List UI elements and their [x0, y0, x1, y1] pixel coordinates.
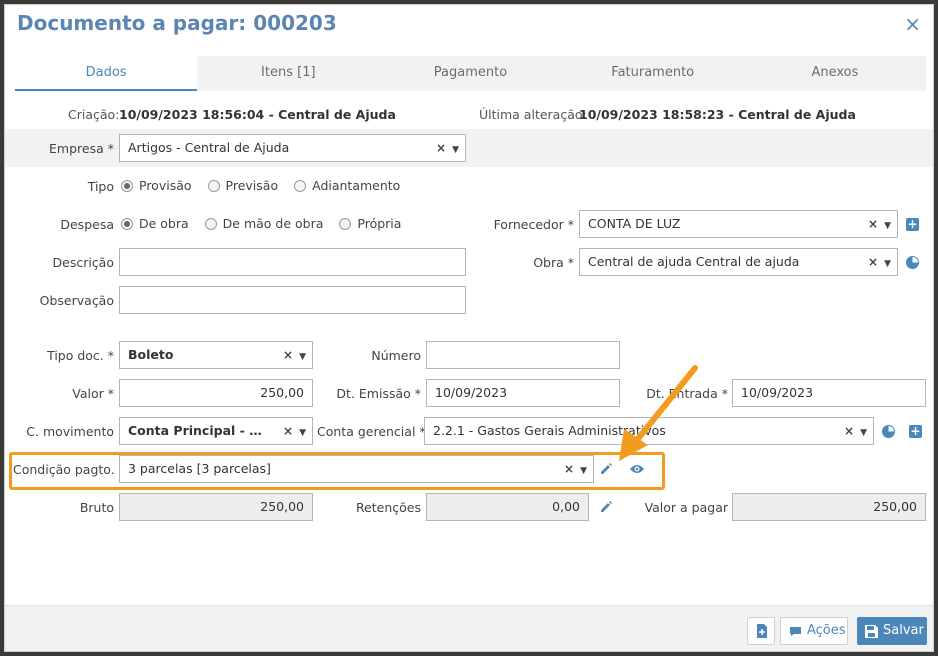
eye-icon[interactable]	[629, 463, 645, 475]
empresa-label: Empresa *	[49, 141, 114, 156]
chevron-down-icon[interactable]: ▼	[299, 428, 306, 438]
add-conta-gerencial-icon[interactable]: +	[909, 425, 922, 438]
despesa-option-de-obra[interactable]: De obra	[121, 216, 189, 231]
tipo-option-provisao[interactable]: Provisão	[121, 178, 192, 193]
tab-dados[interactable]: Dados	[15, 56, 198, 91]
valor-label: Valor *	[72, 386, 114, 401]
fornecedor-label: Fornecedor *	[493, 217, 574, 232]
tipo-label: Tipo	[87, 179, 114, 194]
clear-icon[interactable]: ×	[844, 424, 854, 438]
chevron-down-icon[interactable]: ▼	[299, 352, 306, 362]
descricao-label: Descrição	[52, 255, 115, 270]
empresa-select[interactable]: Artigos - Central de Ajuda × ▼	[119, 134, 466, 162]
add-fornecedor-icon[interactable]: +	[906, 218, 919, 231]
valor-input[interactable]: 250,00	[119, 379, 313, 407]
tipo-doc-label: Tipo doc. *	[47, 348, 114, 363]
footer-bar: Ações Salvar	[5, 605, 933, 651]
observacao-input[interactable]	[119, 286, 466, 314]
chevron-down-icon[interactable]: ▼	[580, 466, 587, 476]
retencoes-value: 0,00	[426, 493, 589, 521]
page-title: Documento a pagar: 000203	[17, 11, 337, 35]
clear-icon[interactable]: ×	[564, 462, 574, 476]
tipo-option-adiantamento[interactable]: Adiantamento	[294, 178, 400, 193]
chevron-down-icon[interactable]: ▼	[452, 145, 459, 155]
conta-gerencial-label: Conta gerencial *	[317, 424, 426, 439]
acoes-button[interactable]: Ações	[780, 617, 848, 645]
creation-value: 10/09/2023 18:56:04 - Central de Ajuda	[119, 107, 396, 122]
c-movimento-label: C. movimento	[26, 424, 114, 439]
despesa-option-mao-de-obra[interactable]: De mão de obra	[204, 216, 323, 231]
chevron-down-icon[interactable]: ▼	[860, 428, 867, 438]
clear-icon[interactable]: ×	[868, 217, 878, 231]
condicao-pagto-label: Condição pagto. *	[13, 462, 125, 477]
bruto-label: Bruto	[79, 500, 114, 515]
obra-select[interactable]: Central de ajuda Central de ajuda × ▼	[579, 248, 898, 276]
chevron-down-icon[interactable]: ▼	[884, 259, 891, 269]
tipo-doc-select[interactable]: Boleto × ▼	[119, 341, 313, 369]
despesa-label: Despesa	[60, 217, 114, 232]
tipo-radio-group: Provisão Previsão Adiantamento	[121, 178, 400, 193]
dt-emissao-input[interactable]: 10/09/2023	[426, 379, 620, 407]
tab-anexos[interactable]: Anexos	[744, 56, 926, 91]
valor-a-pagar-value: 250,00	[732, 493, 926, 521]
clear-icon[interactable]: ×	[283, 348, 293, 362]
fornecedor-select[interactable]: CONTA DE LUZ × ▼	[579, 210, 898, 238]
tab-itens[interactable]: Itens [1]	[197, 56, 379, 91]
tab-faturamento[interactable]: Faturamento	[562, 56, 744, 91]
numero-label: Número	[371, 348, 421, 363]
condicao-pagto-select[interactable]: 3 parcelas [3 parcelas] × ▼	[119, 455, 594, 483]
clear-icon[interactable]: ×	[283, 424, 293, 438]
chevron-down-icon[interactable]: ▼	[884, 221, 891, 231]
document-add-icon	[757, 624, 767, 638]
observacao-label: Observação	[39, 293, 114, 308]
descricao-input[interactable]	[119, 248, 466, 276]
comment-icon	[790, 627, 801, 636]
obra-label: Obra *	[533, 255, 574, 270]
tab-pagamento[interactable]: Pagamento	[379, 56, 561, 91]
pencil-icon[interactable]	[599, 462, 613, 476]
creation-label: Criação:	[68, 107, 120, 122]
document-modal: Documento a pagar: 000203 × Dados Itens …	[4, 4, 934, 652]
numero-input[interactable]	[426, 341, 620, 369]
pie-chart-icon[interactable]	[882, 425, 895, 438]
dt-emissao-label: Dt. Emissão *	[336, 386, 421, 401]
retencoes-label: Retenções	[355, 500, 421, 515]
c-movimento-select[interactable]: Conta Principal - Artigos - Central de A…	[119, 417, 313, 445]
new-document-button[interactable]	[747, 617, 775, 645]
dt-entrada-input[interactable]: 10/09/2023	[732, 379, 926, 407]
bruto-value: 250,00	[119, 493, 313, 521]
pie-chart-icon[interactable]	[906, 256, 919, 269]
clear-icon[interactable]: ×	[868, 255, 878, 269]
last-modified-value: 10/09/2023 18:58:23 - Central de Ajuda	[579, 107, 856, 122]
salvar-button[interactable]: Salvar	[857, 617, 927, 645]
save-icon	[865, 625, 878, 638]
despesa-radio-group: De obra De mão de obra Própria	[121, 216, 401, 231]
tab-bar: Dados Itens [1] Pagamento Faturamento An…	[15, 56, 926, 91]
close-icon[interactable]: ×	[904, 14, 921, 34]
despesa-option-propria[interactable]: Própria	[339, 216, 401, 231]
clear-icon[interactable]: ×	[436, 141, 446, 155]
tipo-option-previsao[interactable]: Previsão	[207, 178, 278, 193]
last-modified-label: Última alteração:	[479, 107, 587, 122]
valor-a-pagar-label: Valor a pagar	[644, 500, 728, 515]
arrow-annotation	[619, 365, 698, 461]
pencil-icon[interactable]	[599, 500, 613, 514]
